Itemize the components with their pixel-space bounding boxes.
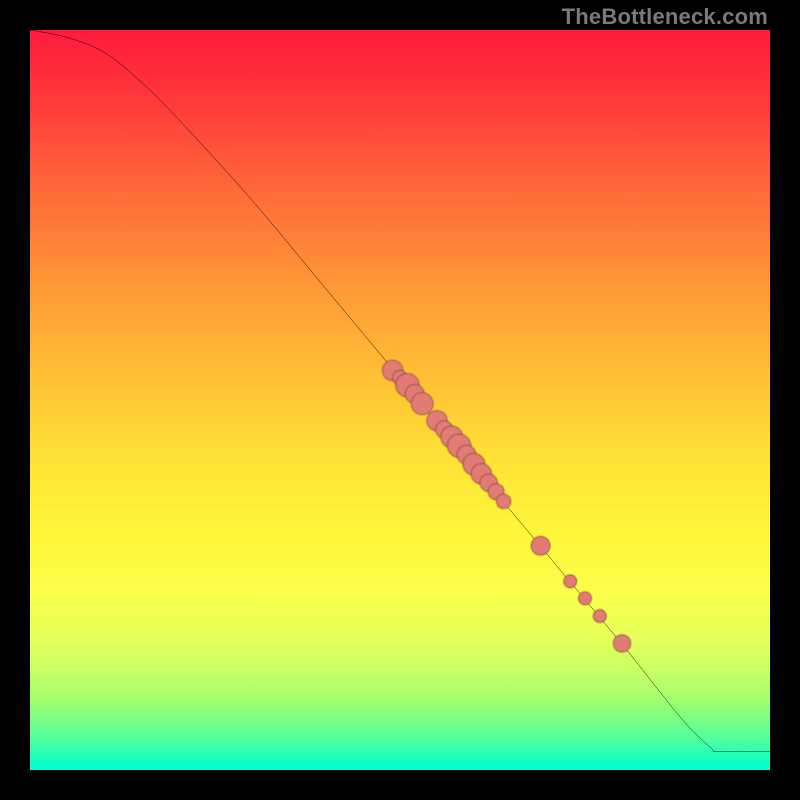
data-point [531, 536, 550, 555]
data-point [613, 635, 631, 653]
data-points [382, 360, 631, 652]
chart-stage: TheBottleneck.com [0, 0, 800, 800]
chart-svg [30, 30, 770, 770]
data-point [578, 592, 591, 605]
data-point [593, 609, 606, 622]
plot-area [30, 30, 770, 770]
watermark-text: TheBottleneck.com [562, 4, 768, 30]
data-point [411, 393, 433, 415]
data-point [496, 494, 511, 509]
data-point [564, 575, 577, 588]
